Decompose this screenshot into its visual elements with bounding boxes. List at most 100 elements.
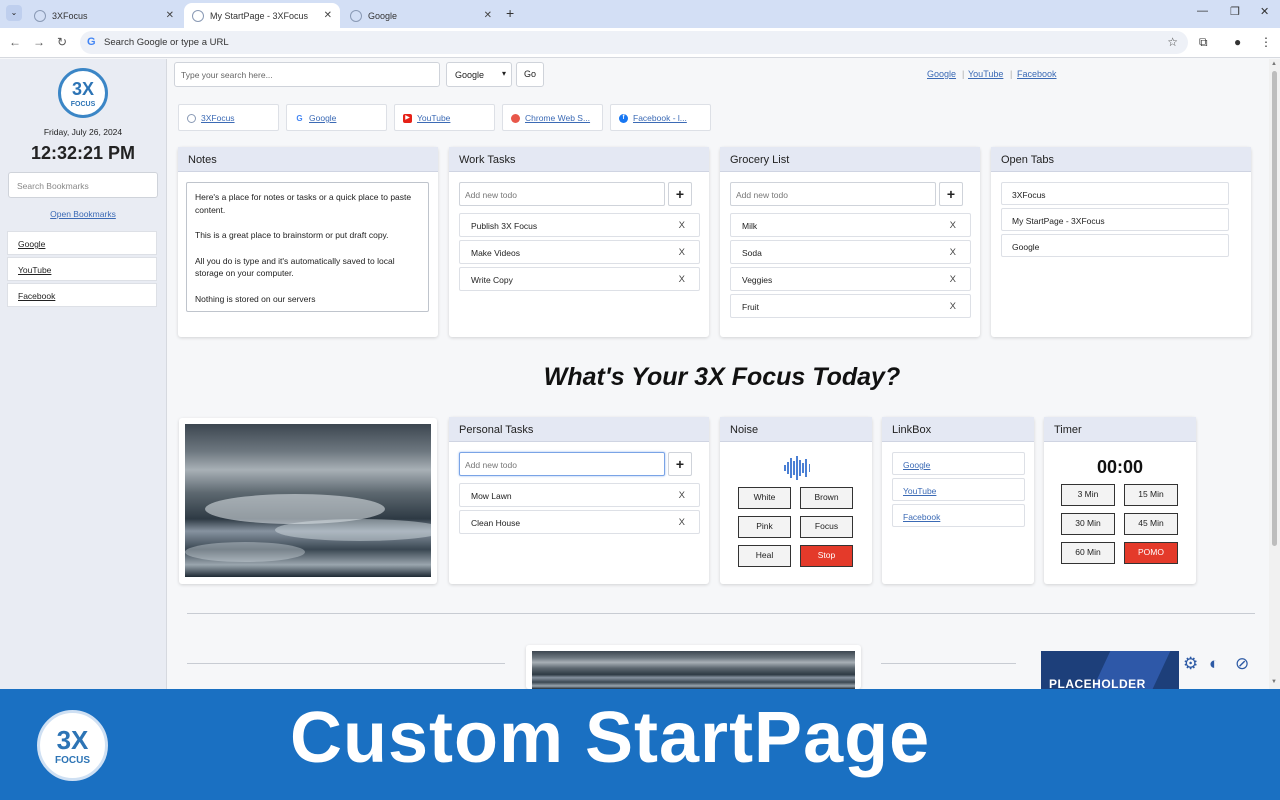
noise-card: Noise White Brown Pink Focus Heal Stop <box>720 417 872 584</box>
sidebar-link-google[interactable]: Google <box>7 231 157 255</box>
linkbox-link-youtube[interactable]: YouTube <box>892 478 1025 501</box>
linkbox-link-facebook[interactable]: Facebook <box>892 504 1025 527</box>
tab-title: My StartPage - 3XFocus <box>210 10 309 21</box>
browser-tab-bar: ⌄ 3XFocus ✕ My StartPage - 3XFocus ✕ Goo… <box>0 0 1280 28</box>
tab-search-chevron-icon[interactable]: ⌄ <box>6 5 22 21</box>
open-tab-item[interactable]: 3XFocus <box>1001 182 1229 205</box>
close-tab-icon[interactable]: ✕ <box>166 10 174 21</box>
top-link-google[interactable]: Google <box>927 69 956 79</box>
close-window-icon[interactable]: ✕ <box>1260 5 1269 18</box>
bookmark-tile-chrome-web-store[interactable]: Chrome Web S... <box>502 104 603 131</box>
card-title: Open Tabs <box>991 147 1251 172</box>
noise-pink-button[interactable]: Pink <box>738 516 791 538</box>
scroll-down-icon[interactable]: ▼ <box>1271 679 1277 685</box>
3xfocus-favicon-icon <box>192 9 204 22</box>
sidebar-link-youtube[interactable]: YouTube <box>7 257 157 281</box>
address-bar[interactable]: G Search Google or type a URL ☆ <box>80 31 1188 54</box>
timer-60min-button[interactable]: 60 Min <box>1061 542 1115 564</box>
scroll-up-icon[interactable]: ▲ <box>1271 61 1277 67</box>
todo-label: Write Copy <box>471 275 513 285</box>
stormy-sea-image <box>532 651 855 689</box>
timer-pomo-button[interactable]: POMO <box>1124 542 1178 564</box>
open-tab-item[interactable]: Google <box>1001 234 1229 257</box>
web-search-input[interactable]: Type your search here... <box>174 62 440 87</box>
browser-menu-icon[interactable]: ⋮ <box>1260 35 1272 49</box>
add-todo-input[interactable]: Add new todo <box>730 182 936 206</box>
notes-textarea[interactable]: Here's a place for notes or tasks or a q… <box>186 182 429 312</box>
browser-tab-3xfocus[interactable]: 3XFocus ✕ <box>26 3 182 28</box>
noise-brown-button[interactable]: Brown <box>800 487 853 509</box>
delete-todo-button[interactable]: X <box>679 247 685 258</box>
add-todo-button[interactable]: + <box>668 182 692 206</box>
delete-todo-button[interactable]: X <box>950 220 956 231</box>
open-tab-item[interactable]: My StartPage - 3XFocus <box>1001 208 1229 231</box>
image-card <box>526 645 861 689</box>
section-divider <box>187 613 1255 614</box>
divider-line <box>187 663 505 664</box>
card-title: Grocery List <box>720 147 980 172</box>
3xfocus-logo: 3X FOCUS <box>58 68 108 118</box>
card-title: Notes <box>178 147 438 172</box>
add-todo-button[interactable]: + <box>939 182 963 206</box>
timer-3min-button[interactable]: 3 Min <box>1061 484 1115 506</box>
close-tab-icon[interactable]: ✕ <box>484 10 492 21</box>
grocery-list-card: Grocery List Add new todo + Milk X Soda … <box>720 147 980 337</box>
reload-icon[interactable]: ↻ <box>57 35 67 49</box>
delete-todo-button[interactable]: X <box>679 490 685 501</box>
linkbox-link-google[interactable]: Google <box>892 452 1025 475</box>
add-todo-input[interactable]: Add new todo <box>459 182 665 206</box>
top-link-youtube[interactable]: YouTube <box>968 69 1003 79</box>
page-scrollbar[interactable]: ▲ ▼ <box>1269 59 1280 689</box>
back-icon[interactable]: ← <box>9 35 21 49</box>
forward-icon[interactable]: → <box>33 35 45 49</box>
bookmark-label: Google <box>309 113 337 123</box>
bookmark-tile-youtube[interactable]: ▶ YouTube <box>394 104 495 131</box>
browser-toolbar: ← → ↻ G Search Google or type a URL ☆ ⧉ … <box>0 28 1280 58</box>
settings-gear-icon[interactable]: ⚙ <box>1183 654 1198 674</box>
bookmark-tile-google[interactable]: G Google <box>286 104 387 131</box>
timer-45min-button[interactable]: 45 Min <box>1124 513 1178 535</box>
close-tab-icon[interactable]: ✕ <box>324 10 332 21</box>
notes-card: Notes Here's a place for notes or tasks … <box>178 147 438 337</box>
timer-15min-button[interactable]: 15 Min <box>1124 484 1178 506</box>
theme-contrast-icon[interactable]: ◐ <box>1209 654 1219 674</box>
delete-todo-button[interactable]: X <box>950 247 956 258</box>
minimize-icon[interactable]: — <box>1197 5 1208 17</box>
search-engine-select[interactable]: Google ▾ <box>446 62 512 87</box>
add-todo-input[interactable]: Add new todo <box>459 452 665 476</box>
noise-focus-button[interactable]: Focus <box>800 516 853 538</box>
noise-white-button[interactable]: White <box>738 487 791 509</box>
noise-heal-button[interactable]: Heal <box>738 545 791 567</box>
browser-tab-google[interactable]: Google ✕ <box>342 3 500 28</box>
delete-todo-button[interactable]: X <box>950 274 956 285</box>
todo-label: Make Videos <box>471 248 520 258</box>
restore-icon[interactable]: ❐ <box>1230 5 1240 18</box>
hide-eye-icon[interactable]: ⊘ <box>1235 654 1249 674</box>
delete-todo-button[interactable]: X <box>679 220 685 231</box>
extensions-icon[interactable]: ⧉ <box>1199 35 1208 50</box>
promo-banner: 3X FOCUS Custom StartPage <box>0 689 1280 800</box>
noise-stop-button[interactable]: Stop <box>800 545 853 567</box>
timer-30min-button[interactable]: 30 Min <box>1061 513 1115 535</box>
linkbox-card: LinkBox Google YouTube Facebook <box>882 417 1034 584</box>
profile-icon[interactable]: ● <box>1234 35 1241 49</box>
add-todo-button[interactable]: + <box>668 452 692 476</box>
youtube-icon: ▶ <box>403 114 412 123</box>
bookmark-tile-facebook[interactable]: f Facebook - l... <box>610 104 711 131</box>
bookmark-star-icon[interactable]: ☆ <box>1167 35 1178 49</box>
delete-todo-button[interactable]: X <box>950 301 956 312</box>
sidebar-link-facebook[interactable]: Facebook <box>7 283 157 307</box>
open-bookmarks-link[interactable]: Open Bookmarks <box>0 209 166 219</box>
browser-tab-startpage[interactable]: My StartPage - 3XFocus ✕ <box>184 3 340 28</box>
scrollbar-thumb[interactable] <box>1272 71 1277 546</box>
delete-todo-button[interactable]: X <box>679 274 685 285</box>
search-bookmarks-input[interactable]: Search Bookmarks <box>8 172 158 198</box>
todo-label: Publish 3X Focus <box>471 221 538 231</box>
top-link-facebook[interactable]: Facebook <box>1017 69 1057 79</box>
bookmark-label: YouTube <box>417 113 451 123</box>
chevron-down-icon: ▾ <box>501 69 506 78</box>
bookmark-tile-3xfocus[interactable]: 3XFocus <box>178 104 279 131</box>
new-tab-icon[interactable]: + <box>506 5 514 21</box>
delete-todo-button[interactable]: X <box>679 517 685 528</box>
go-button[interactable]: Go <box>516 62 544 87</box>
